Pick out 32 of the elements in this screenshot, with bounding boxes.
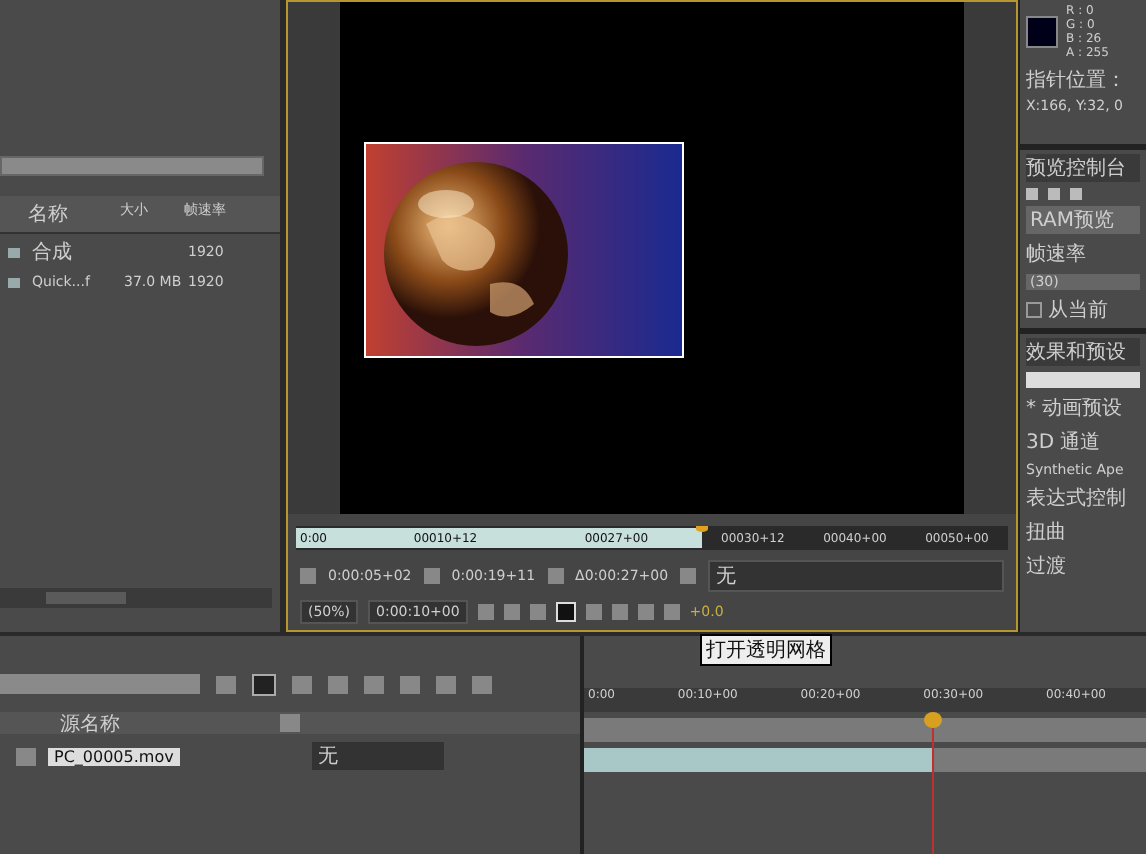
comp-button[interactable]	[252, 673, 276, 695]
effect-category[interactable]: 3D 通道	[1026, 428, 1140, 456]
work-area-track[interactable]	[584, 718, 1146, 742]
panel-title[interactable]: 预览控制台	[1026, 154, 1140, 182]
item-name[interactable]: 合成	[32, 238, 120, 266]
checkbox[interactable]	[1026, 302, 1042, 318]
view-dropdown[interactable]: 无	[708, 560, 1004, 592]
pointer-label: 指针位置：	[1024, 67, 1128, 96]
panel-title[interactable]: 效果和预设	[1026, 338, 1140, 366]
search-field[interactable]	[0, 674, 200, 694]
layer-name[interactable]: PC_00005.mov	[48, 747, 180, 765]
column-header[interactable]: 名称	[28, 200, 116, 228]
grid-button[interactable]	[555, 602, 576, 622]
footage-icon	[16, 747, 36, 765]
column-header[interactable]: 源名称	[60, 709, 120, 737]
preview-options-dropdown[interactable]: RAM预览	[1026, 206, 1140, 234]
frame-rate-label: 帧速率	[1026, 241, 1088, 268]
scrollbar[interactable]	[0, 588, 272, 608]
footage-icon	[8, 247, 20, 257]
tooltip: 打开透明网格	[700, 634, 832, 666]
parent-dropdown[interactable]: 无	[311, 742, 444, 770]
footage-icon	[8, 277, 20, 287]
effect-category[interactable]: 过渡	[1026, 552, 1140, 580]
search-field[interactable]	[0, 156, 264, 176]
color-swatch	[1026, 16, 1058, 48]
effect-category[interactable]: * 动画预设	[1026, 394, 1140, 422]
search-field[interactable]	[1026, 372, 1140, 388]
checkbox-label: 从当前	[1048, 297, 1108, 324]
effect-category[interactable]: 扭曲	[1026, 518, 1140, 546]
effect-category[interactable]: 表达式控制	[1026, 484, 1140, 512]
work-area-bar[interactable]	[296, 528, 702, 548]
playhead[interactable]	[695, 526, 708, 532]
